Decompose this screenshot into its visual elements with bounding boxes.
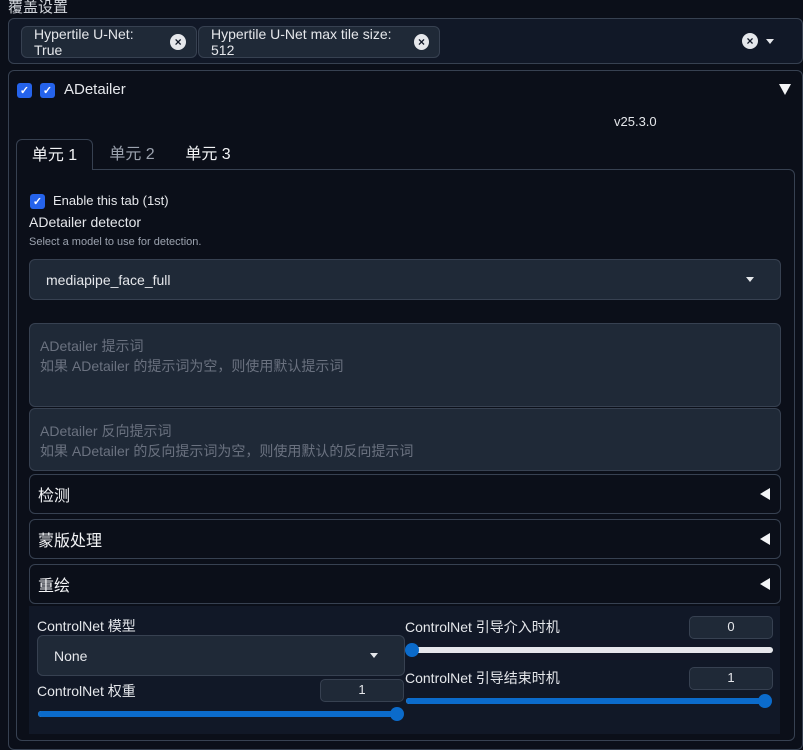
check-icon: ✓: [32, 196, 43, 208]
accordion-label: 蒙版处理: [38, 533, 103, 550]
negative-prompt-placeholder: 如果 ADetailer 的反向提示词为空，则使用默认的反向提示词: [40, 443, 414, 459]
slider-thumb[interactable]: [405, 643, 419, 657]
tab-unit-1[interactable]: 单元 1: [16, 139, 93, 170]
adetailer-title[interactable]: ADetailer: [64, 81, 126, 98]
adetailer-enable-checkbox[interactable]: ✓: [40, 83, 55, 98]
controlnet-weight-input[interactable]: 1: [320, 679, 404, 702]
controlnet-start-slider[interactable]: [405, 643, 773, 657]
override-settings-title: 覆盖设置: [8, 0, 69, 16]
controlnet-start-label: ControlNet 引导介入时机: [405, 619, 560, 635]
chevron-down-icon[interactable]: [766, 38, 774, 44]
enable-tab-checkbox[interactable]: ✓: [30, 194, 45, 209]
slider-fill: [38, 711, 397, 717]
detector-info: Select a model to use for detection.: [29, 236, 202, 248]
accordion-label: 检测: [38, 488, 71, 505]
override-chip-label: Hypertile U-Net max tile size: 512: [211, 26, 392, 58]
prompt-label: ADetailer 提示词: [40, 338, 144, 354]
slider-thumb[interactable]: [758, 694, 772, 708]
expand-triangle-icon: [760, 533, 770, 545]
expand-triangle-icon: [760, 578, 770, 590]
accordion-inpainting[interactable]: 重绘: [29, 564, 781, 604]
remove-chip-icon[interactable]: ×: [170, 34, 186, 50]
clear-all-icon[interactable]: ×: [742, 33, 758, 49]
expand-triangle-icon: [760, 488, 770, 500]
controlnet-end-label: ControlNet 引导结束时机: [405, 670, 560, 686]
negative-prompt-textarea[interactable]: ADetailer 反向提示词 如果 ADetailer 的反向提示词为空，则使…: [29, 408, 781, 471]
controlnet-weight-slider[interactable]: [38, 707, 404, 721]
controlnet-model-value: None: [54, 647, 88, 664]
slider-thumb[interactable]: [390, 707, 404, 721]
accordion-label: 重绘: [38, 578, 71, 595]
controlnet-model-label: ControlNet 模型: [37, 618, 136, 634]
chevron-down-icon: [370, 653, 378, 658]
slider-fill: [406, 698, 765, 704]
check-icon: ✓: [19, 85, 30, 97]
version-label: v25.3.0: [614, 114, 657, 129]
tab-unit-2[interactable]: 单元 2: [98, 139, 166, 170]
prompt-textarea[interactable]: ADetailer 提示词 如果 ADetailer 的提示词为空，则使用默认提…: [29, 323, 781, 407]
detector-label: ADetailer detector: [29, 214, 142, 230]
enable-tab-label[interactable]: Enable this tab (1st): [53, 193, 169, 208]
controlnet-end-slider[interactable]: [406, 694, 772, 708]
detector-dropdown[interactable]: mediapipe_face_full: [29, 259, 781, 300]
tab-unit-3[interactable]: 单元 3: [174, 139, 242, 170]
controlnet-model-dropdown[interactable]: None: [37, 635, 405, 676]
controlnet-end-input[interactable]: 1: [689, 667, 773, 690]
override-settings-box: Hypertile U-Net: True × Hypertile U-Net …: [8, 18, 803, 64]
controlnet-weight-label: ControlNet 权重: [37, 683, 136, 699]
check-icon: ✓: [42, 85, 53, 97]
negative-prompt-label: ADetailer 反向提示词: [40, 423, 172, 439]
detector-value: mediapipe_face_full: [46, 271, 171, 288]
chevron-down-icon: [746, 277, 754, 282]
collapse-triangle-icon[interactable]: [779, 84, 791, 95]
accordion-detection[interactable]: 检测: [29, 474, 781, 514]
accordion-mask-processing[interactable]: 蒙版处理: [29, 519, 781, 559]
override-chip-label: Hypertile U-Net: True: [34, 26, 134, 58]
adetailer-outer-checkbox[interactable]: ✓: [17, 83, 32, 98]
override-chip[interactable]: Hypertile U-Net max tile size: 512 ×: [198, 26, 440, 58]
controlnet-start-input[interactable]: 0: [689, 616, 773, 639]
clear-all-control[interactable]: ×: [742, 33, 774, 49]
override-chip[interactable]: Hypertile U-Net: True ×: [21, 26, 197, 58]
prompt-placeholder: 如果 ADetailer 的提示词为空，则使用默认提示词: [40, 358, 344, 374]
remove-chip-icon[interactable]: ×: [413, 34, 429, 50]
